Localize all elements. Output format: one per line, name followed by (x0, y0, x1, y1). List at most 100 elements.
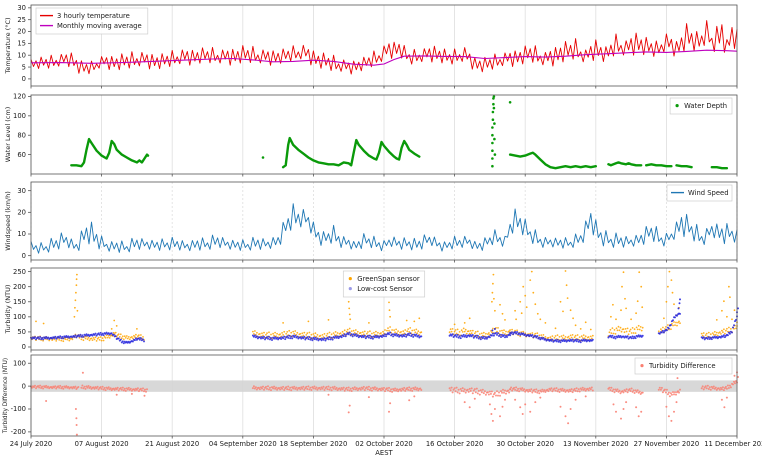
scatter-dot (673, 393, 675, 395)
scatter-dot (706, 333, 708, 335)
scatter-dot (497, 332, 499, 334)
scatter-dot (487, 391, 489, 393)
y-tick-label: 5 (22, 63, 26, 71)
scatter-dot (502, 389, 504, 391)
scatter-dot (333, 388, 335, 390)
scatter-dot (635, 406, 637, 408)
scatter-dot (90, 386, 92, 388)
scatter-dot (294, 335, 296, 337)
legend-label: Wind Speed (688, 189, 729, 197)
scatter-dot (103, 334, 105, 336)
scatter-dot (259, 388, 261, 390)
scatter-dot (119, 336, 121, 338)
scatter-dot (625, 401, 627, 403)
scatter-dot (734, 375, 736, 377)
scatter-dot (725, 330, 727, 332)
scatter-dot (547, 390, 549, 392)
scatter-dot (642, 392, 644, 394)
scatter-dot (315, 387, 317, 389)
scatter-dot (471, 332, 473, 334)
scatter-dot (492, 396, 494, 398)
y-tick-label: 100 (13, 359, 26, 367)
scatter-dot (631, 337, 633, 339)
scatter-dot (729, 333, 731, 335)
y-axis-label: Turbidity Difference (NTU) (3, 358, 9, 434)
scatter-dot (567, 297, 569, 299)
scatter-dot (733, 324, 735, 326)
scatter-dot (537, 313, 539, 315)
scatter-dot (476, 388, 478, 390)
scatter-dot (723, 300, 725, 302)
scatter-dot (476, 337, 478, 339)
scatter-dot (354, 386, 356, 388)
scatter-dot (137, 387, 139, 389)
scatter-dot (612, 304, 614, 306)
y-tick-label: 15 (17, 40, 26, 48)
scatter-dot (290, 389, 292, 391)
scatter-dot (672, 319, 674, 321)
scatter-dot (101, 340, 103, 342)
legend-dot-marker (676, 104, 679, 107)
scatter-dot (503, 334, 505, 336)
scatter-dot (62, 388, 64, 390)
scatter-dot (397, 330, 399, 332)
scatter-dot (566, 284, 568, 286)
scatter-dot (669, 395, 671, 397)
scatter-dot (464, 401, 466, 403)
water-segment (677, 165, 692, 167)
water-dot (493, 95, 496, 98)
scatter-dot (728, 327, 730, 329)
scatter-dot (629, 330, 631, 332)
scatter-dot (618, 326, 620, 328)
scatter-dot (731, 318, 733, 320)
scatter-dot (670, 324, 672, 326)
scatter-dot (549, 389, 551, 391)
scatter-dot (675, 394, 677, 396)
scatter-dot (527, 391, 529, 393)
scatter-dot (283, 389, 285, 391)
scatter-dot (96, 340, 98, 342)
scatter-dot (557, 334, 559, 336)
scatter-dot (701, 387, 703, 389)
scatter-dot (386, 330, 388, 332)
scatter-dot (388, 387, 390, 389)
scatter-dot (414, 331, 416, 333)
scatter-dot (552, 335, 554, 337)
scatter-dot (532, 292, 534, 294)
scatter-dot (388, 330, 390, 332)
scatter-dot (559, 336, 561, 338)
scatter-dot (727, 334, 729, 336)
scatter-dot (415, 334, 417, 336)
scatter-dot (368, 396, 370, 398)
scatter-dot (351, 330, 353, 332)
scatter-dot (136, 328, 138, 330)
scatter-dot (288, 389, 290, 391)
water-segment (283, 138, 419, 167)
legend-label: 3 hourly temperature (57, 12, 130, 20)
scatter-dot (632, 327, 634, 329)
scatter-dot (262, 386, 264, 388)
scatter-dot (578, 388, 580, 390)
scatter-dot (454, 324, 456, 326)
scatter-dot (388, 411, 390, 413)
scatter-dot (35, 321, 37, 323)
scatter-dot (734, 309, 736, 311)
scatter-dot (58, 337, 60, 339)
scatter-dot (61, 386, 63, 388)
scatter-dot (101, 388, 103, 390)
scatter-dot (577, 339, 579, 341)
scatter-dot (309, 332, 311, 334)
scatter-dot (585, 321, 587, 323)
scatter-dot (479, 333, 481, 335)
scatter-dot (524, 295, 526, 297)
y-tick-label: 30 (17, 4, 26, 12)
scatter-dot (614, 329, 616, 331)
scatter-dot (268, 389, 270, 391)
scatter-dot (508, 392, 510, 394)
scatter-dot (255, 386, 257, 388)
water-segment (71, 139, 148, 166)
scatter-dot (641, 330, 643, 332)
scatter-dot (102, 337, 104, 339)
scatter-dot (499, 415, 501, 417)
scatter-dot (580, 341, 582, 343)
